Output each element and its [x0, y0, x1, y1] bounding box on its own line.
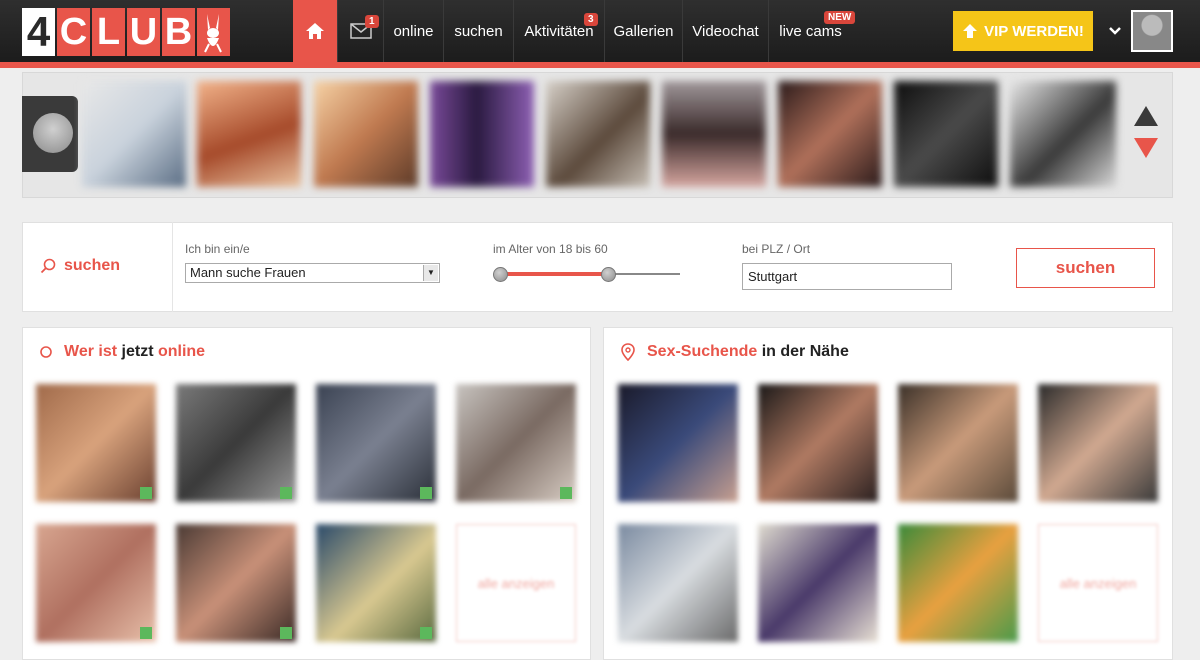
- nav-suchen[interactable]: suchen: [443, 0, 513, 62]
- profile-avatar: [33, 113, 73, 153]
- age-label: im Alter von 18 bis 60: [493, 242, 608, 256]
- nav-videochat[interactable]: Videochat: [682, 0, 768, 62]
- aktivitaeten-badge: 3: [584, 13, 598, 26]
- profile-thumb[interactable]: [316, 524, 436, 642]
- strip-photo[interactable]: [778, 81, 882, 187]
- vip-label: VIP WERDEN!: [984, 22, 1084, 40]
- vip-button[interactable]: VIP WERDEN!: [953, 11, 1093, 51]
- gender-label: Ich bin ein/e: [185, 242, 250, 256]
- strip-photo[interactable]: [314, 81, 418, 187]
- menu-toggle[interactable]: [1106, 20, 1124, 42]
- search-icon: [40, 258, 56, 274]
- profile-thumb[interactable]: [618, 524, 738, 642]
- nav-messages[interactable]: 1: [337, 0, 383, 62]
- strip-photo[interactable]: [546, 81, 650, 187]
- dropdown-arrow-icon: ▼: [423, 265, 438, 281]
- nav-galerien[interactable]: Gallerien: [604, 0, 682, 62]
- plz-label: bei PLZ / Ort: [742, 242, 811, 256]
- online-indicator: [280, 627, 292, 639]
- profile-thumb[interactable]: [758, 524, 878, 642]
- logo-letter: B: [162, 8, 195, 56]
- profile-thumb[interactable]: [1038, 384, 1158, 502]
- profile-thumb[interactable]: [898, 384, 1018, 502]
- gender-select-value: Mann suche Frauen: [190, 265, 306, 280]
- logo-letter: C: [57, 8, 90, 56]
- nav-aktivitaeten[interactable]: Aktivitäten 3: [513, 0, 604, 62]
- plz-input[interactable]: [742, 263, 952, 290]
- nav-suchen-label: suchen: [454, 22, 503, 40]
- location-pin-icon: [621, 343, 635, 361]
- profile-thumb[interactable]: [898, 524, 1018, 642]
- nav-aktivitaeten-label: Aktivitäten: [524, 22, 594, 40]
- strip-photo[interactable]: [894, 81, 998, 187]
- age-min-handle[interactable]: [493, 267, 508, 282]
- bunny-icon: [197, 8, 230, 56]
- strip-up-arrow-icon[interactable]: [1134, 106, 1158, 126]
- search-button[interactable]: suchen: [1016, 248, 1155, 288]
- strip-photo[interactable]: [430, 81, 534, 187]
- site-logo[interactable]: 4 C L U B: [22, 8, 230, 56]
- strip-photo[interactable]: [197, 81, 301, 187]
- circle-icon: [40, 346, 52, 358]
- nav-galerien-label: Gallerien: [613, 22, 674, 40]
- logo-letter: L: [92, 8, 125, 56]
- online-indicator: [280, 487, 292, 499]
- gender-select[interactable]: Mann suche Frauen ▼: [185, 263, 440, 283]
- nav-videochat-label: Videochat: [692, 22, 759, 40]
- strip-photo[interactable]: [82, 81, 186, 187]
- strip-photo[interactable]: [662, 81, 766, 187]
- strip-profile-tab[interactable]: [22, 96, 78, 172]
- show-all-online-button[interactable]: alle anzeigen: [456, 524, 576, 642]
- strip-photo[interactable]: [1010, 81, 1116, 187]
- title-part: in der Nähe: [761, 343, 849, 360]
- search-heading: suchen: [40, 257, 120, 275]
- profile-thumb[interactable]: [176, 384, 296, 502]
- nav-accent-line: [0, 62, 1200, 68]
- online-indicator: [560, 487, 572, 499]
- logo-letter: 4: [22, 8, 55, 56]
- user-avatar[interactable]: [1131, 10, 1173, 52]
- profile-thumb[interactable]: [176, 524, 296, 642]
- profile-thumb[interactable]: [758, 384, 878, 502]
- search-heading-label: suchen: [64, 257, 121, 274]
- title-part: online: [157, 343, 206, 360]
- show-all-label: alle anzeigen: [1059, 575, 1137, 591]
- show-all-nearby-button[interactable]: alle anzeigen: [1038, 524, 1158, 642]
- nav-live-cams[interactable]: live cams NEW: [768, 0, 856, 62]
- new-badge: NEW: [824, 11, 856, 24]
- age-slider-range: [500, 272, 608, 276]
- nav-online[interactable]: online: [383, 0, 443, 62]
- online-indicator: [140, 627, 152, 639]
- strip-down-arrow-icon[interactable]: [1134, 138, 1158, 158]
- arrow-up-icon: [963, 24, 978, 38]
- show-all-label: alle anzeigen: [477, 575, 555, 591]
- title-part: Sex-Suchende: [647, 343, 758, 360]
- nav-online-label: online: [393, 22, 434, 40]
- profile-thumb[interactable]: [36, 384, 156, 502]
- profile-thumb[interactable]: [618, 384, 738, 502]
- messages-badge: 1: [365, 15, 379, 28]
- chevron-down-icon: [1109, 27, 1121, 35]
- profile-thumb[interactable]: [456, 384, 576, 502]
- search-divider: [172, 222, 173, 312]
- logo-letter: U: [127, 8, 160, 56]
- online-indicator: [140, 487, 152, 499]
- online-indicator: [420, 487, 432, 499]
- nav-live-cams-label: live cams: [779, 22, 842, 40]
- home-icon: [306, 23, 324, 39]
- age-max-handle[interactable]: [601, 267, 616, 282]
- nav-home[interactable]: [293, 0, 337, 62]
- nearby-panel-title: Sex-Suchende in der Nähe: [621, 343, 849, 361]
- profile-thumb[interactable]: [316, 384, 436, 502]
- online-panel-title: Wer ist jetzt online: [40, 343, 205, 361]
- profile-thumb[interactable]: [36, 524, 156, 642]
- title-part: Wer ist: [64, 343, 118, 360]
- title-part: jetzt: [121, 343, 154, 360]
- online-indicator: [420, 627, 432, 639]
